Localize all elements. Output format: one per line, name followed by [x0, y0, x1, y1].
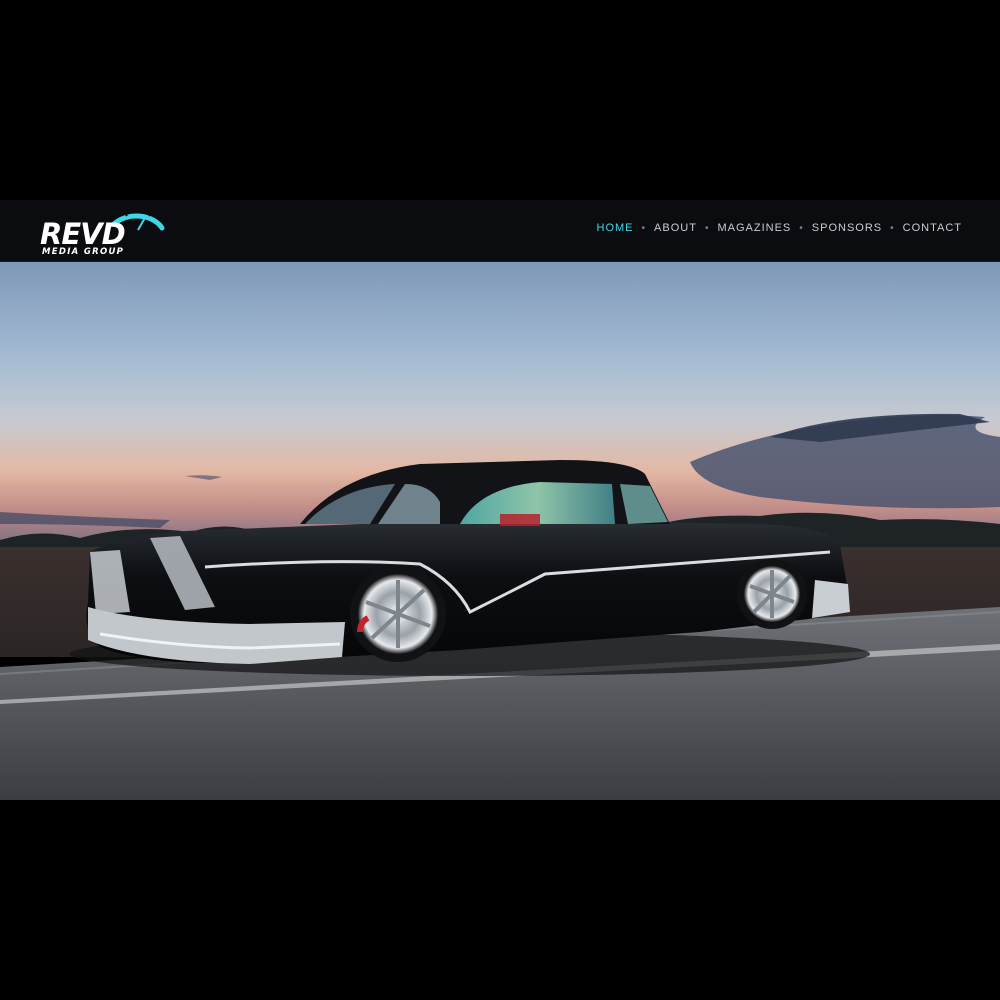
- nav-contact[interactable]: CONTACT: [903, 222, 962, 234]
- nav-separator: •: [890, 222, 895, 234]
- logo-wordmark: REVD: [40, 217, 126, 251]
- nav-sponsors[interactable]: SPONSORS: [812, 222, 882, 234]
- nav-home[interactable]: HOME: [597, 222, 634, 234]
- nav-separator: •: [799, 222, 804, 234]
- nav-about[interactable]: ABOUT: [654, 222, 697, 234]
- site-header: REVD MEDIA GROUP HOME • ABOUT • MAGAZINE…: [0, 200, 1000, 262]
- main-nav: HOME • ABOUT • MAGAZINES • SPONSORS • CO…: [597, 222, 962, 234]
- revd-logo[interactable]: REVD MEDIA GROUP: [38, 202, 166, 260]
- nav-magazines[interactable]: MAGAZINES: [717, 222, 791, 234]
- logo-tagline: MEDIA GROUP: [42, 247, 125, 257]
- nav-separator: •: [641, 222, 647, 234]
- hero-image: [0, 262, 1000, 800]
- hero-car-photo: [0, 262, 1000, 800]
- nav-separator: •: [704, 222, 710, 234]
